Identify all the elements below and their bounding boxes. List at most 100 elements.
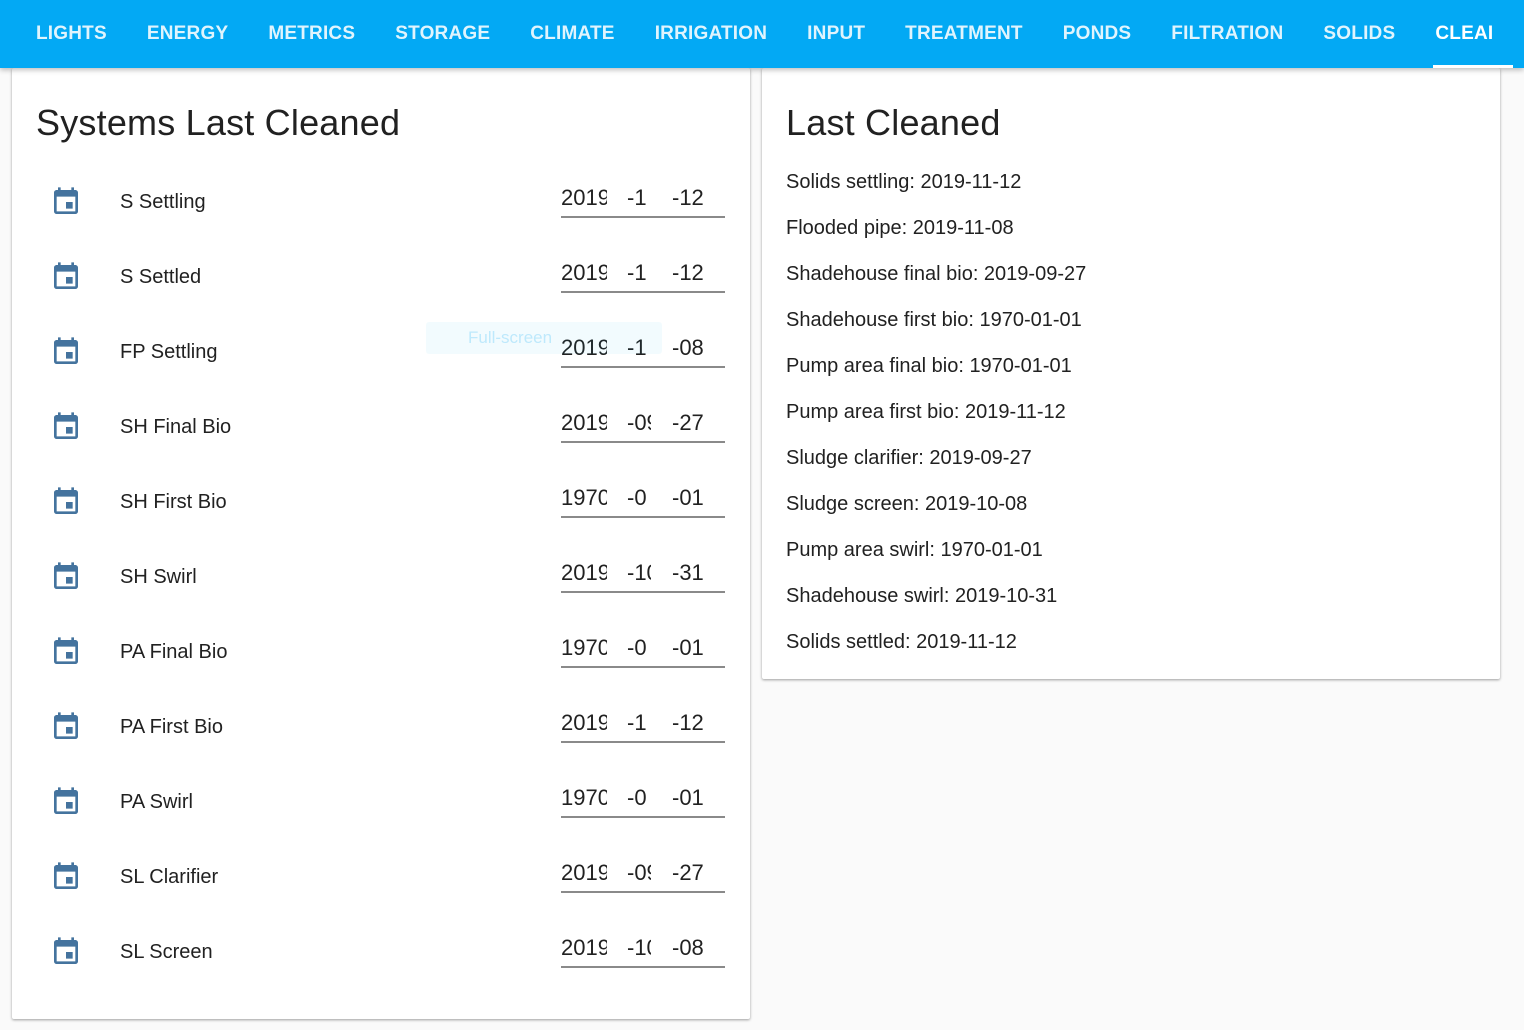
date-day-segment[interactable]: -27 [672,409,706,437]
last-cleaned-item: Sludge clarifier: 2019-09-27 [786,447,1032,469]
tab-climate[interactable]: CLIMATE [510,0,634,68]
entity-label: FP Settling [120,341,218,363]
date-entity-row: SH Final Bio 2019 -09 -27 [12,410,750,486]
last-cleaned-item: Sludge screen: 2019-10-08 [786,493,1028,515]
calendar-icon [50,936,82,968]
top-navigation-bar: LIGHTS ENERGY METRICS STORAGE CLIMATE IR… [0,0,1524,68]
date-day-segment[interactable]: -31 [672,559,706,587]
date-month-segment[interactable]: -10 [627,934,651,962]
calendar-icon [50,561,82,593]
last-cleaned-item: Shadehouse first bio: 1970-01-01 [786,309,1082,331]
last-cleaned-item: Flooded pipe: 2019-11-08 [786,217,1014,239]
date-month-segment[interactable]: -1 [627,184,651,212]
last-cleaned-item: Pump area final bio: 1970-01-01 [786,355,1072,377]
card-title: Last Cleaned [786,102,1001,143]
date-day-segment[interactable]: -08 [672,334,706,362]
date-year-segment[interactable]: 2019 [561,934,607,962]
date-input[interactable]: 2019 -1 -12 [561,180,725,218]
card-title: Systems Last Cleaned [36,102,401,143]
entity-label: S Settling [120,191,206,213]
entity-label: PA Swirl [120,791,193,813]
calendar-icon [50,711,82,743]
date-input[interactable]: 2019 -10 -08 [561,930,725,968]
tab-irrigation[interactable]: IRRIGATION [635,0,787,68]
date-day-segment[interactable]: -08 [672,934,706,962]
date-entity-row: SH Swirl 2019 -10 -31 [12,560,750,636]
systems-last-cleaned-card: Systems Last Cleaned S Settling 2019 -1 -12… [12,68,750,1019]
tab-cleaning[interactable]: CLEAI [1415,0,1514,68]
tab-metrics[interactable]: METRICS [248,0,375,68]
entity-label: SL Clarifier [120,866,219,888]
date-year-segment[interactable]: 2019 [561,259,607,287]
entity-label: SL Screen [120,941,213,963]
date-year-segment[interactable]: 1970 [561,784,607,812]
date-year-segment[interactable]: 2019 [561,559,607,587]
date-entity-row: PA Final Bio 1970 -0 -01 [12,635,750,711]
date-year-segment[interactable]: 1970 [561,484,607,512]
entity-label: PA Final Bio [120,641,228,663]
fullscreen-overlay-hint: Full-screen [426,322,662,354]
date-day-segment[interactable]: -12 [672,184,706,212]
date-input[interactable]: 2019 -09 -27 [561,405,725,443]
entity-label: SH First Bio [120,491,227,513]
date-year-segment[interactable]: 2019 [561,409,607,437]
tab-filtration[interactable]: FILTRATION [1151,0,1303,68]
tab-strip: LIGHTS ENERGY METRICS STORAGE CLIMATE IR… [16,0,1514,68]
last-cleaned-card: Last Cleaned Solids settling: 2019-11-12… [762,68,1500,679]
date-day-segment[interactable]: -01 [672,634,706,662]
calendar-icon [50,411,82,443]
entity-label: SH Final Bio [120,416,232,438]
date-year-segment[interactable]: 2019 [561,184,607,212]
date-year-segment[interactable]: 1970 [561,634,607,662]
date-day-segment[interactable]: -12 [672,259,706,287]
date-month-segment[interactable]: -09 [627,859,651,887]
entity-label: SH Swirl [120,566,197,588]
last-cleaned-item: Pump area swirl: 1970-01-01 [786,539,1043,561]
date-input[interactable]: 2019 -10 -31 [561,555,725,593]
date-input[interactable]: 2019 -1 -12 [561,255,725,293]
last-cleaned-item: Solids settling: 2019-11-12 [786,171,1022,193]
tab-storage[interactable]: STORAGE [375,0,510,68]
entity-label: S Settled [120,266,202,288]
date-month-segment[interactable]: -10 [627,559,651,587]
tab-solids[interactable]: SOLIDS [1303,0,1415,68]
date-month-segment[interactable]: -09 [627,409,651,437]
date-entity-row: S Settling 2019 -1 -12 [12,185,750,261]
date-input[interactable]: 2019 -1 -12 [561,705,725,743]
date-entity-row: SL Screen 2019 -10 -08 [12,935,750,1011]
date-day-segment[interactable]: -12 [672,709,706,737]
tab-energy[interactable]: ENERGY [127,0,248,68]
date-day-segment[interactable]: -01 [672,784,706,812]
date-input[interactable]: 1970 -0 -01 [561,480,725,518]
date-input[interactable]: 1970 -0 -01 [561,780,725,818]
date-entity-row: PA First Bio 2019 -1 -12 [12,710,750,786]
date-year-segment[interactable]: 2019 [561,709,607,737]
tab-treatment[interactable]: TREATMENT [885,0,1043,68]
entity-label: PA First Bio [120,716,223,738]
date-month-segment[interactable]: -1 [627,709,651,737]
date-month-segment[interactable]: -0 [627,484,651,512]
tab-ponds[interactable]: PONDS [1043,0,1152,68]
last-cleaned-item: Shadehouse final bio: 2019-09-27 [786,263,1087,285]
calendar-icon [50,636,82,668]
date-input[interactable]: 1970 -0 -01 [561,630,725,668]
date-input[interactable]: 2019 -09 -27 [561,855,725,893]
calendar-icon [50,186,82,218]
date-day-segment[interactable]: -01 [672,484,706,512]
date-day-segment[interactable]: -27 [672,859,706,887]
calendar-icon [50,786,82,818]
calendar-icon [50,861,82,893]
date-entity-row: SL Clarifier 2019 -09 -27 [12,860,750,936]
tab-lights[interactable]: LIGHTS [16,0,127,68]
date-entity-row: PA Swirl 1970 -0 -01 [12,785,750,861]
last-cleaned-item: Pump area first bio: 2019-11-12 [786,401,1066,423]
calendar-icon [50,486,82,518]
last-cleaned-item: Solids settled: 2019-11-12 [786,631,1017,653]
date-entity-row: SH First Bio 1970 -0 -01 [12,485,750,561]
calendar-icon [50,261,82,293]
date-month-segment[interactable]: -1 [627,259,651,287]
date-year-segment[interactable]: 2019 [561,859,607,887]
tab-input[interactable]: INPUT [787,0,885,68]
date-month-segment[interactable]: -0 [627,634,651,662]
date-month-segment[interactable]: -0 [627,784,651,812]
